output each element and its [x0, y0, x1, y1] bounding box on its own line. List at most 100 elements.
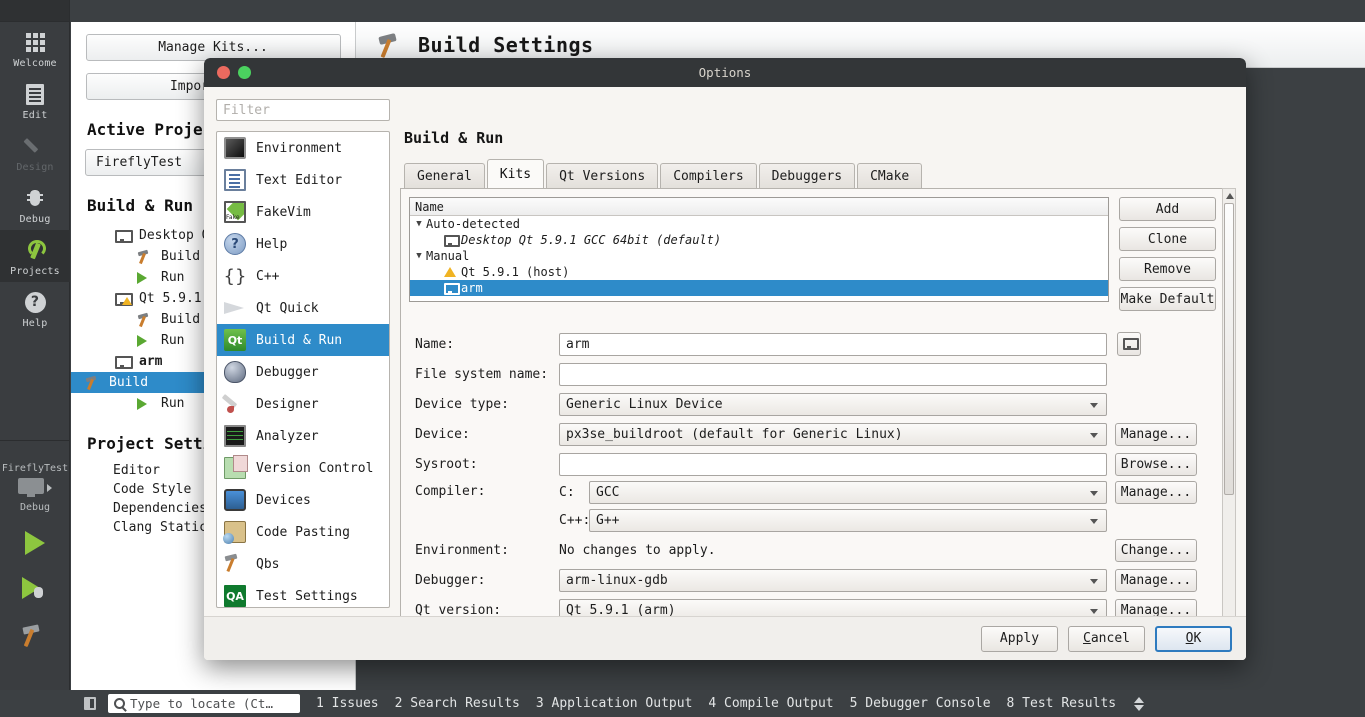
category-item-cpp[interactable]: {} C++	[217, 260, 389, 292]
device-type-label: Device type:	[415, 396, 509, 412]
compiler-cpp-combo[interactable]: G++	[589, 508, 1107, 532]
device-type-button[interactable]	[1117, 332, 1141, 356]
chevron-down-icon[interactable]: ▼	[412, 219, 426, 229]
category-item-environment[interactable]: Environment	[217, 132, 389, 164]
tab-qt-versions[interactable]: Qt Versions	[546, 163, 659, 188]
tab-kits[interactable]: Kits	[486, 159, 545, 188]
run-config-kit-selector[interactable]	[0, 478, 70, 498]
form-scrollbar[interactable]	[1222, 188, 1236, 654]
sidebar-toggle-icon[interactable]	[78, 697, 102, 710]
status-panel-search-results[interactable]: 2 Search Results	[395, 696, 520, 711]
scroll-up-icon[interactable]	[1226, 193, 1234, 199]
status-panel-test-results[interactable]: 8 Test Results	[1007, 696, 1117, 711]
chevron-down-icon	[1090, 578, 1098, 584]
manage-kits-button[interactable]: Manage Kits...	[85, 34, 341, 61]
activity-bar: Welcome Edit Design Debug Projects ? Hel…	[0, 0, 70, 694]
category-item-fakevim[interactable]: FakeVim	[217, 196, 389, 228]
debug-button[interactable]	[22, 577, 48, 601]
run-button[interactable]	[25, 531, 45, 555]
category-item-debugger[interactable]: Debugger	[217, 356, 389, 388]
make-default-button[interactable]: Make Default	[1119, 287, 1216, 311]
activity-item-label: Edit	[22, 110, 48, 121]
status-panel-compile-output[interactable]: 4 Compile Output	[708, 696, 833, 711]
wrench-icon	[24, 237, 46, 263]
ok-button[interactable]: OK	[1155, 625, 1232, 652]
tab-cmake[interactable]: CMake	[857, 163, 923, 188]
build-button[interactable]	[22, 623, 48, 647]
category-label: Designer	[256, 396, 319, 412]
cancel-button[interactable]: Cancel	[1068, 625, 1145, 652]
category-list[interactable]: Environment Text Editor FakeVim ? Help	[216, 131, 390, 608]
name-input[interactable]: arm	[559, 332, 1107, 356]
kit-item-arm[interactable]: arm	[410, 280, 1108, 296]
category-item-qbs[interactable]: Qbs	[217, 548, 389, 580]
category-label: Build & Run	[256, 332, 343, 348]
category-item-text-editor[interactable]: Text Editor	[217, 164, 389, 196]
manage-devices-button[interactable]: Manage...	[1115, 422, 1197, 446]
monitor-icon	[115, 229, 133, 243]
monitor-icon	[444, 282, 460, 295]
activity-item-help[interactable]: ? Help	[0, 282, 70, 334]
activity-item-projects[interactable]: Projects	[0, 230, 70, 282]
category-item-code-pasting[interactable]: Code Pasting	[217, 516, 389, 548]
filter-input[interactable]: Filter	[216, 99, 390, 121]
compiler-c-label: C:	[559, 484, 575, 500]
compiler-cpp-value: G++	[596, 512, 620, 528]
run-config-mode: Debug	[19, 502, 51, 513]
activity-item-welcome[interactable]: Welcome	[0, 22, 70, 74]
category-item-build-run[interactable]: Qt Build & Run	[217, 324, 389, 356]
remove-kit-button[interactable]: Remove	[1119, 257, 1216, 281]
run-icon	[137, 334, 155, 347]
grid-icon	[25, 29, 45, 55]
tab-general[interactable]: General	[404, 163, 485, 188]
hammer-icon	[85, 376, 103, 390]
clone-kit-button[interactable]: Clone	[1119, 227, 1216, 251]
manage-debuggers-button[interactable]: Manage...	[1115, 568, 1197, 592]
file-system-name-label: File system name:	[415, 366, 549, 382]
chevron-down-icon	[1090, 608, 1098, 614]
category-label: Qbs	[256, 556, 280, 572]
category-label: Help	[256, 236, 288, 252]
kit-item-desktop[interactable]: Desktop Qt 5.9.1 GCC 64bit (default)	[410, 232, 1108, 248]
compiler-c-combo[interactable]: GCC	[589, 480, 1107, 504]
activity-item-edit[interactable]: Edit	[0, 74, 70, 126]
activity-item-design[interactable]: Design	[0, 126, 70, 178]
manage-compilers-button[interactable]: Manage...	[1115, 480, 1197, 504]
category-label: Qt Quick	[256, 300, 319, 316]
status-panel-debugger-console[interactable]: 5 Debugger Console	[850, 696, 991, 711]
tree-item-label: arm	[139, 354, 163, 369]
add-kit-button[interactable]: Add	[1119, 197, 1216, 221]
device-type-combo[interactable]: Generic Linux Device	[559, 392, 1107, 416]
form-scrollbar-thumb[interactable]	[1224, 203, 1234, 495]
category-item-analyzer[interactable]: Analyzer	[217, 420, 389, 452]
browse-sysroot-button[interactable]: Browse...	[1115, 452, 1197, 476]
kit-group-auto-detected[interactable]: ▼ Auto-detected	[410, 216, 1108, 232]
category-item-test-settings[interactable]: QA Test Settings	[217, 580, 389, 607]
category-label: Analyzer	[256, 428, 319, 444]
kit-item-qt591-host[interactable]: Qt 5.9.1 (host)	[410, 264, 1108, 280]
status-panel-application-output[interactable]: 3 Application Output	[536, 696, 693, 711]
tree-item-label: Build	[109, 375, 149, 390]
apply-button[interactable]: Apply	[981, 625, 1058, 652]
chevron-down-icon[interactable]: ▼	[412, 251, 426, 261]
activity-item-debug[interactable]: Debug	[0, 178, 70, 230]
file-system-name-input[interactable]	[559, 362, 1107, 386]
search-icon	[114, 698, 125, 709]
form-row-device: Device: px3se_buildroot (default for Gen…	[409, 419, 1227, 449]
category-item-version-control[interactable]: Version Control	[217, 452, 389, 484]
device-combo[interactable]: px3se_buildroot (default for Generic Lin…	[559, 422, 1107, 446]
category-item-help[interactable]: ? Help	[217, 228, 389, 260]
debugger-combo[interactable]: arm-linux-gdb	[559, 568, 1107, 592]
category-item-designer[interactable]: Designer	[217, 388, 389, 420]
sysroot-input[interactable]	[559, 452, 1107, 476]
locate-input[interactable]: Type to locate (Ct…	[108, 694, 300, 713]
up-down-icon[interactable]	[1134, 696, 1145, 711]
category-item-qt-quick[interactable]: Qt Quick	[217, 292, 389, 324]
kit-list[interactable]: Name ▼ Auto-detected Desktop Qt 5.9.1 GC…	[409, 197, 1109, 302]
category-item-devices[interactable]: Devices	[217, 484, 389, 516]
kit-group-manual[interactable]: ▼ Manual	[410, 248, 1108, 264]
change-environment-button[interactable]: Change...	[1115, 538, 1197, 562]
status-panel-issues[interactable]: 1 Issues	[316, 696, 379, 711]
tab-compilers[interactable]: Compilers	[660, 163, 757, 188]
tab-debuggers[interactable]: Debuggers	[758, 163, 856, 188]
